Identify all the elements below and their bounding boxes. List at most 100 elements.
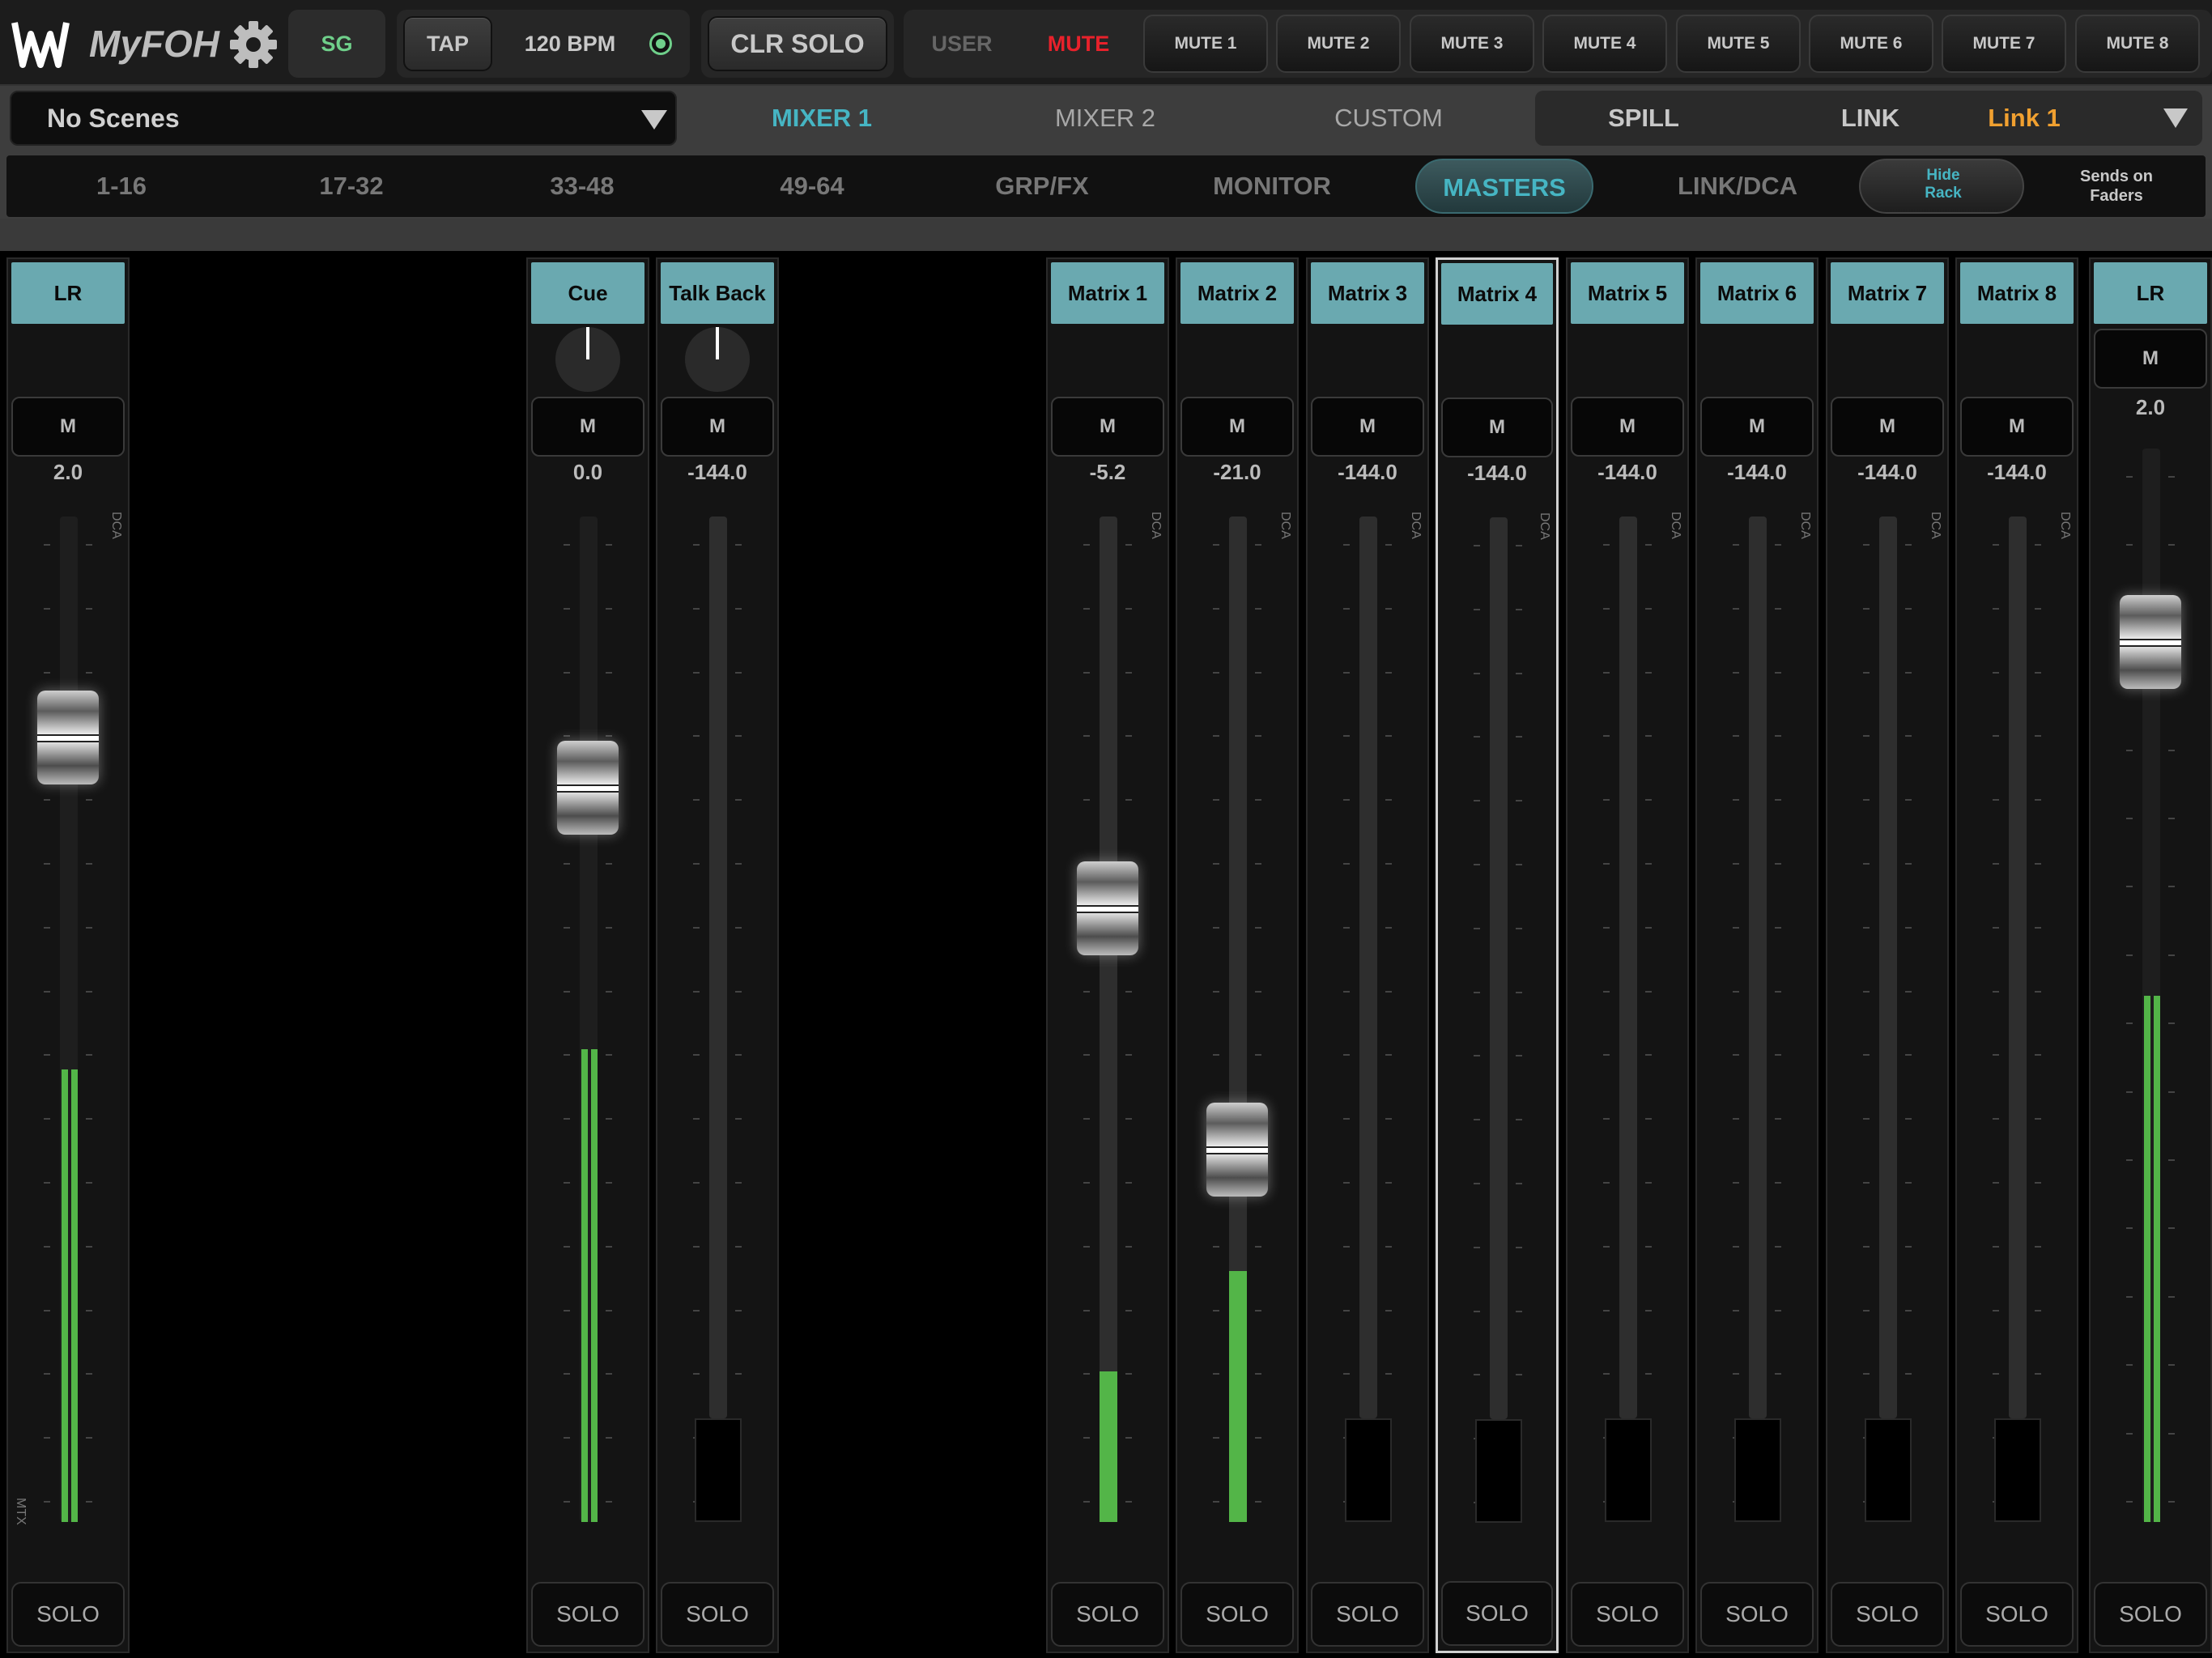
solo-button[interactable]: SOLO	[1441, 1581, 1553, 1646]
fader-scale-tick	[1385, 735, 1392, 738]
bank-tab-8[interactable]: LINK/DCA	[1648, 159, 1827, 214]
channel-strip: Matrix 3 M -144.0 DCA SOLO	[1306, 257, 1429, 1653]
dca-label: DCA	[2058, 512, 2072, 539]
solo-button[interactable]: SOLO	[1700, 1582, 1814, 1647]
pan-knob[interactable]	[555, 327, 620, 392]
strip-name[interactable]: Matrix 8	[1960, 262, 2074, 324]
solo-button[interactable]: SOLO	[1571, 1582, 1684, 1647]
mute-button[interactable]: M	[2094, 329, 2207, 389]
solo-button[interactable]: SOLO	[1051, 1582, 1164, 1647]
solo-button[interactable]: SOLO	[531, 1582, 644, 1647]
strip-name[interactable]: Matrix 4	[1441, 263, 1553, 325]
fader-cap[interactable]	[37, 691, 99, 785]
mute-group-6-button[interactable]: MUTE 6	[1809, 15, 1933, 73]
solo-button[interactable]: SOLO	[2094, 1582, 2207, 1647]
fader-scale-tick	[1645, 1245, 1652, 1248]
fader-scale-tick	[1385, 1054, 1392, 1056]
mute-group-2-button[interactable]: MUTE 2	[1276, 15, 1401, 73]
fader-scale-tick	[1603, 1245, 1610, 1248]
strip-name[interactable]: Matrix 5	[1571, 262, 1684, 324]
link-button[interactable]: LINK	[1789, 91, 1951, 146]
fader-cap[interactable]	[1206, 1103, 1268, 1197]
strip-name[interactable]: Talk Back	[661, 262, 774, 324]
strip-name[interactable]: Matrix 2	[1180, 262, 1294, 324]
fader-cap[interactable]	[1077, 861, 1138, 956]
strip-name[interactable]: LR	[11, 262, 125, 324]
bank-tab-5[interactable]: GRP/FX	[953, 159, 1131, 214]
mute-group-3-button[interactable]: MUTE 3	[1410, 15, 1534, 73]
fader-scale-tick	[1474, 800, 1480, 802]
hide-rack-button[interactable]: Hide Rack	[1859, 159, 2024, 214]
solo-button[interactable]: SOLO	[1960, 1582, 2074, 1647]
mute-button[interactable]: M	[1831, 397, 1944, 457]
clear-solo-button[interactable]: CLR SOLO	[708, 16, 887, 71]
solo-button[interactable]: SOLO	[1831, 1582, 1944, 1647]
fader-scale-tick	[1385, 607, 1392, 610]
sends-on-faders-toggle[interactable]: Sends on Faders	[2068, 167, 2165, 206]
pan-knob[interactable]	[685, 327, 750, 392]
fader-value: -144.0	[1467, 461, 1527, 485]
mute-button[interactable]: M	[1051, 397, 1164, 457]
bank-tab-7[interactable]: MASTERS	[1415, 159, 1593, 214]
strip-name[interactable]: Matrix 6	[1700, 262, 1814, 324]
solo-button[interactable]: SOLO	[1311, 1582, 1424, 1647]
fader-track	[1749, 517, 1767, 1418]
solo-button[interactable]: SOLO	[1180, 1582, 1294, 1647]
mute-button[interactable]: M	[1311, 397, 1424, 457]
pan-knob-pointer	[586, 327, 589, 359]
fader-scale-tick	[1516, 1183, 1522, 1184]
scenes-dropdown[interactable]: No Scenes	[10, 91, 677, 146]
mute-button[interactable]: M	[1700, 397, 1814, 457]
fader-value: -144.0	[1338, 460, 1397, 484]
gear-icon[interactable]	[228, 19, 279, 70]
tap-button[interactable]: TAP	[403, 16, 492, 71]
strip-name[interactable]: Matrix 3	[1311, 262, 1424, 324]
strip-name[interactable]: Matrix 7	[1831, 262, 1944, 324]
fader-scale-tick	[693, 1373, 700, 1375]
fader-cap[interactable]	[2120, 594, 2181, 689]
mute-group-7-button[interactable]: MUTE 7	[1942, 15, 2066, 73]
sg-button[interactable]: SG	[288, 10, 385, 78]
solo-button[interactable]: SOLO	[661, 1582, 774, 1647]
bank-tab-3[interactable]: 33-48	[493, 159, 671, 214]
mute-button[interactable]: M	[11, 397, 125, 457]
mute-button[interactable]: M	[1441, 397, 1553, 457]
mute-button[interactable]: M	[1960, 397, 2074, 457]
solo-button[interactable]: SOLO	[11, 1582, 125, 1647]
mute-group-8-button[interactable]: MUTE 8	[2075, 15, 2200, 73]
channel-strip: Matrix 2 M -21.0 DCA SOLO	[1176, 257, 1299, 1653]
fader-cap[interactable]	[557, 741, 619, 835]
fader-scale-tick	[1474, 736, 1480, 738]
fader-scale-tick	[2035, 926, 2041, 929]
spill-button[interactable]: SPILL	[1563, 91, 1725, 146]
tab-custom[interactable]: CUSTOM	[1279, 91, 1498, 146]
strip-name[interactable]: Cue	[531, 262, 644, 324]
tab-mixer-1[interactable]: MIXER 1	[713, 91, 931, 146]
fader-scale-tick	[1603, 607, 1610, 610]
bank-tab-2[interactable]: 17-32	[262, 159, 440, 214]
fader-scale-tick	[44, 863, 50, 865]
link-dropdown-arrow-icon[interactable]	[2163, 108, 2188, 128]
mute-group-4-button[interactable]: MUTE 4	[1542, 15, 1667, 73]
fader-scale-tick	[564, 1245, 570, 1248]
fader-scale-tick	[564, 1054, 570, 1056]
bank-tab-1[interactable]: 1-16	[32, 159, 211, 214]
link-selector[interactable]: Link 1	[1943, 91, 2105, 146]
mute-button[interactable]: M	[531, 397, 644, 457]
strip-name[interactable]: Matrix 1	[1051, 262, 1164, 324]
strip-name[interactable]: LR	[2094, 262, 2207, 324]
mute-group-1-button[interactable]: MUTE 1	[1143, 15, 1268, 73]
mute-button[interactable]: M	[1571, 397, 1684, 457]
mute-button[interactable]: M	[1180, 397, 1294, 457]
fader-scale-tick	[44, 1245, 50, 1248]
fader-scale-tick	[1474, 1310, 1480, 1312]
pan-knob-pointer	[716, 327, 719, 359]
mute-button[interactable]: M	[661, 397, 774, 457]
bank-tab-4[interactable]: 49-64	[723, 159, 901, 214]
mute-group-5-button[interactable]: MUTE 5	[1676, 15, 1801, 73]
waves-logo-icon	[11, 22, 70, 68]
tab-mixer-2[interactable]: MIXER 2	[996, 91, 1214, 146]
fader-scale-tick	[1733, 1245, 1739, 1248]
bank-tab-6[interactable]: MONITOR	[1183, 159, 1361, 214]
fader-scale-tick	[1083, 735, 1090, 738]
